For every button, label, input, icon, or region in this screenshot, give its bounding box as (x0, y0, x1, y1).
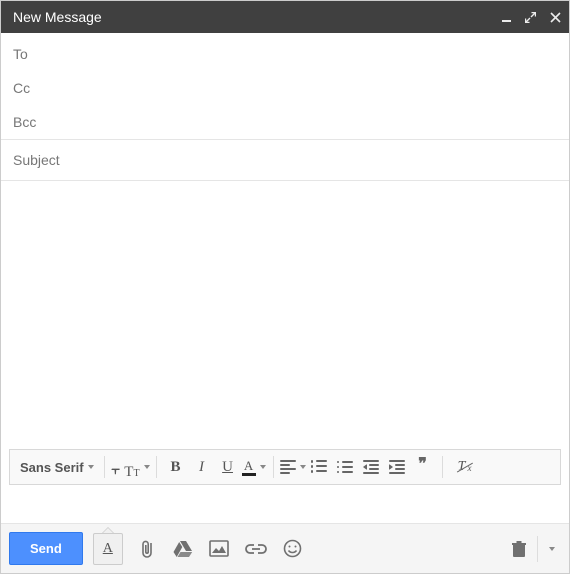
insert-link-icon[interactable] (245, 543, 267, 555)
cc-field[interactable]: Cc (13, 71, 557, 105)
separator (104, 456, 105, 478)
chevron-down-icon (144, 465, 150, 469)
formatting-toggle-button[interactable]: A (93, 533, 123, 565)
more-options-button[interactable] (537, 536, 561, 562)
drive-icon[interactable] (173, 540, 193, 558)
separator (442, 456, 443, 478)
to-label: To (13, 46, 28, 62)
insert-photo-icon[interactable] (209, 540, 229, 558)
bcc-field[interactable]: Bcc (13, 105, 557, 139)
numbered-list-button[interactable] (306, 454, 332, 480)
formatting-toolbar: Sans Serif ᠇ TT B I U A (9, 449, 561, 485)
window-controls (502, 12, 561, 23)
bcc-label: Bcc (13, 114, 36, 130)
chevron-down-icon (88, 465, 94, 469)
compose-title: New Message (13, 9, 502, 25)
remove-formatting-icon: T x (458, 459, 466, 475)
send-button[interactable]: Send (9, 532, 83, 565)
italic-button[interactable]: I (189, 454, 215, 480)
indent-more-button[interactable] (384, 454, 410, 480)
compose-action-bar: Send A (1, 523, 569, 573)
indent-more-icon (389, 460, 405, 474)
expand-icon[interactable] (525, 12, 536, 23)
chevron-down-icon (549, 547, 555, 551)
bold-button[interactable]: B (163, 454, 189, 480)
font-family-label: Sans Serif (20, 460, 84, 475)
compose-tool-icons (139, 539, 302, 559)
align-left-icon (280, 460, 296, 474)
discard-draft-button[interactable] (511, 540, 527, 558)
quote-button[interactable]: ❞ (410, 454, 436, 480)
attach-file-icon[interactable] (139, 539, 157, 559)
underline-button[interactable]: U (215, 454, 241, 480)
bulleted-list-icon (337, 460, 353, 474)
to-field[interactable]: To (13, 37, 557, 71)
chevron-down-icon (300, 465, 306, 469)
cc-label: Cc (13, 80, 30, 96)
indent-less-icon (363, 460, 379, 474)
minimize-icon[interactable] (502, 13, 511, 22)
quote-icon: ❞ (418, 454, 427, 474)
remove-formatting-button[interactable]: T x (449, 454, 475, 480)
formatting-toggle-icon: A (103, 542, 113, 556)
align-button[interactable] (280, 454, 306, 480)
recipient-section: To Cc Bcc (1, 33, 569, 139)
numbered-list-icon (311, 460, 327, 474)
close-icon[interactable] (550, 12, 561, 23)
compose-header: New Message (1, 1, 569, 33)
insert-emoji-icon[interactable] (283, 539, 302, 558)
subject-field[interactable]: Subject (1, 140, 569, 180)
font-size-select[interactable]: ᠇ TT (111, 454, 150, 480)
separator (273, 456, 274, 478)
font-family-select[interactable]: Sans Serif (16, 454, 98, 480)
text-color-button[interactable]: A (241, 454, 267, 480)
indent-less-button[interactable] (358, 454, 384, 480)
bulleted-list-button[interactable] (332, 454, 358, 480)
chevron-down-icon (260, 465, 266, 469)
subject-label: Subject (13, 152, 60, 168)
compose-body[interactable] (1, 181, 569, 449)
separator (156, 456, 157, 478)
